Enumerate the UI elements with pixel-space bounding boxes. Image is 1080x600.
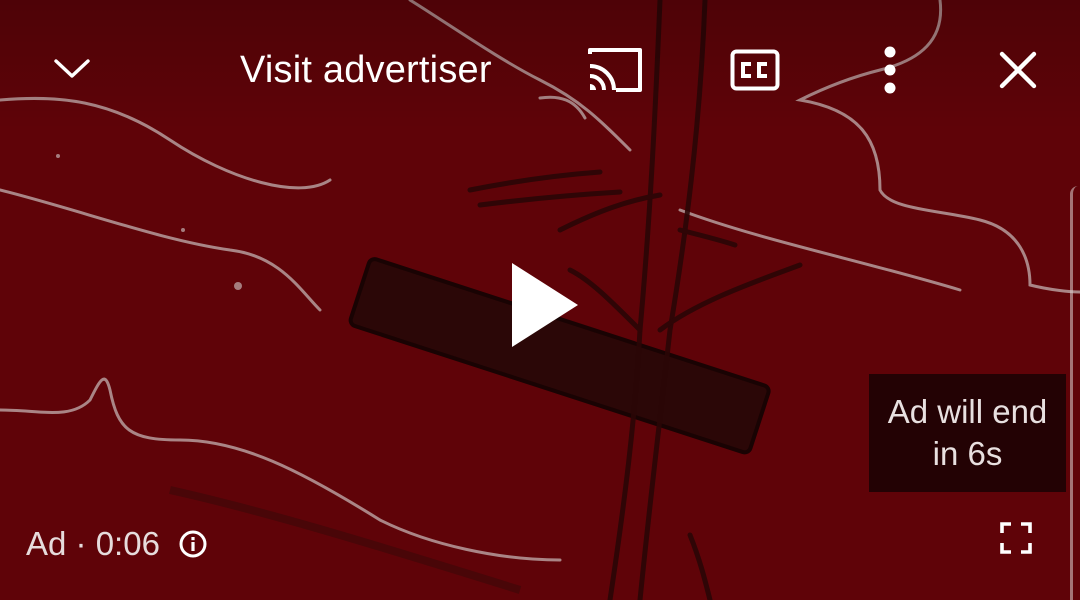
top-controls-scrim (0, 0, 1080, 130)
ad-countdown-line-2: in 6s (932, 435, 1003, 472)
play-button[interactable] (495, 250, 595, 360)
visit-advertiser-link[interactable]: Visit advertiser (240, 44, 492, 96)
cast-icon (586, 46, 644, 94)
info-icon[interactable] (178, 529, 208, 559)
ad-countdown-line-1: Ad will end (887, 393, 1048, 430)
video-player[interactable]: Visit advertiser Ad will end in 6s Ad · … (0, 0, 1080, 600)
captions-button[interactable] (722, 40, 788, 100)
ad-countdown-box: Ad will end in 6s (869, 374, 1066, 492)
close-icon (999, 51, 1037, 89)
more-vert-icon (882, 46, 898, 94)
side-panel-edge (1070, 186, 1080, 600)
fullscreen-button[interactable] (992, 514, 1040, 562)
closed-captions-icon (730, 49, 780, 91)
more-options-button[interactable] (870, 40, 910, 100)
fullscreen-icon (999, 521, 1033, 555)
cast-button[interactable] (580, 40, 650, 100)
visit-advertiser-label: Visit advertiser (240, 48, 492, 91)
chevron-down-icon (52, 56, 92, 82)
ad-time-label: Ad · 0:06 (26, 525, 160, 562)
collapse-player-button[interactable] (44, 44, 100, 94)
close-player-button[interactable] (988, 40, 1048, 100)
ad-info-bar: Ad · 0:06 (26, 520, 208, 568)
play-icon (510, 261, 580, 349)
